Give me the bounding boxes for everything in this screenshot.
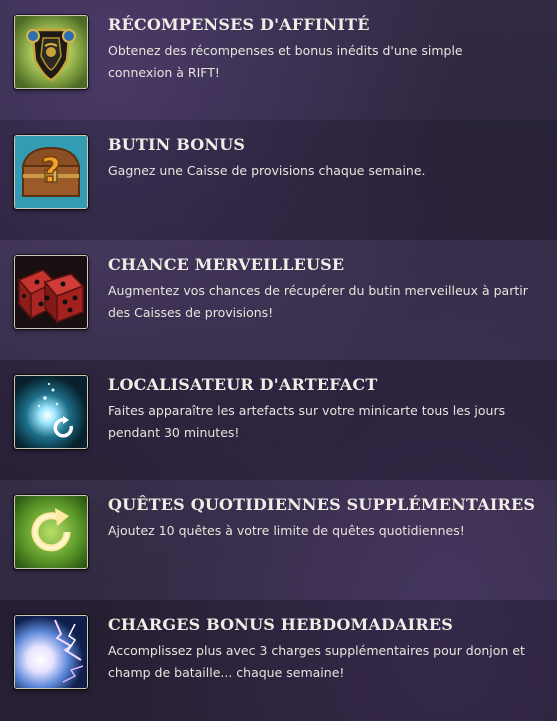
perk-description: Obtenez des récompenses et bonus inédits… [108,43,463,80]
perk-title: RÉCOMPENSES D'AFFINITÉ [108,15,370,34]
perk-title: LOCALISATEUR D'ARTEFACT [108,375,378,394]
perk-list: RÉCOMPENSES D'AFFINITÉ Obtenez des récom… [0,0,557,721]
perk-row-bonus-loot: ? BUTIN BONUS Gagnez une Caisse de provi… [0,120,557,240]
perk-row-weekly-bonus-charges: CHARGES BONUS HEBDOMADAIRES Accomplissez… [0,600,557,721]
perk-title: CHANCE MERVEILLEUSE [108,255,345,274]
treasure-chest-icon: ? [14,135,88,209]
perk-description: Faites apparaître les artefacts sur votr… [108,403,506,440]
perk-row-affinity-rewards: RÉCOMPENSES D'AFFINITÉ Obtenez des récom… [0,0,557,120]
refresh-circle-icon [14,495,88,569]
perk-title: CHARGES BONUS HEBDOMADAIRES [108,615,454,634]
perk-description: Gagnez une Caisse de provisions chaque s… [108,163,426,178]
perk-row-wondrous-chance: CHANCE MERVEILLEUSE Augmentez vos chance… [0,240,557,360]
sparkle-refresh-icon [14,375,88,449]
perk-row-artifact-locator: LOCALISATEUR D'ARTEFACT Faites apparaîtr… [0,360,557,480]
perk-description: Ajoutez 10 quêtes à votre limite de quêt… [108,523,465,538]
perk-title: BUTIN BONUS [108,135,246,154]
perk-description: Accomplissez plus avec 3 charges supplém… [108,643,525,680]
svg-text:?: ? [41,151,61,191]
dice-icon [14,255,88,329]
perk-title: QUÊTES QUOTIDIENNES SUPPLÉMENTAIRES [108,495,536,514]
perk-description: Augmentez vos chances de récupérer du bu… [108,283,528,320]
shield-icon [14,15,88,89]
perk-row-extra-daily-quests: QUÊTES QUOTIDIENNES SUPPLÉMENTAIRES Ajou… [0,480,557,600]
lightning-orb-icon [14,615,88,689]
